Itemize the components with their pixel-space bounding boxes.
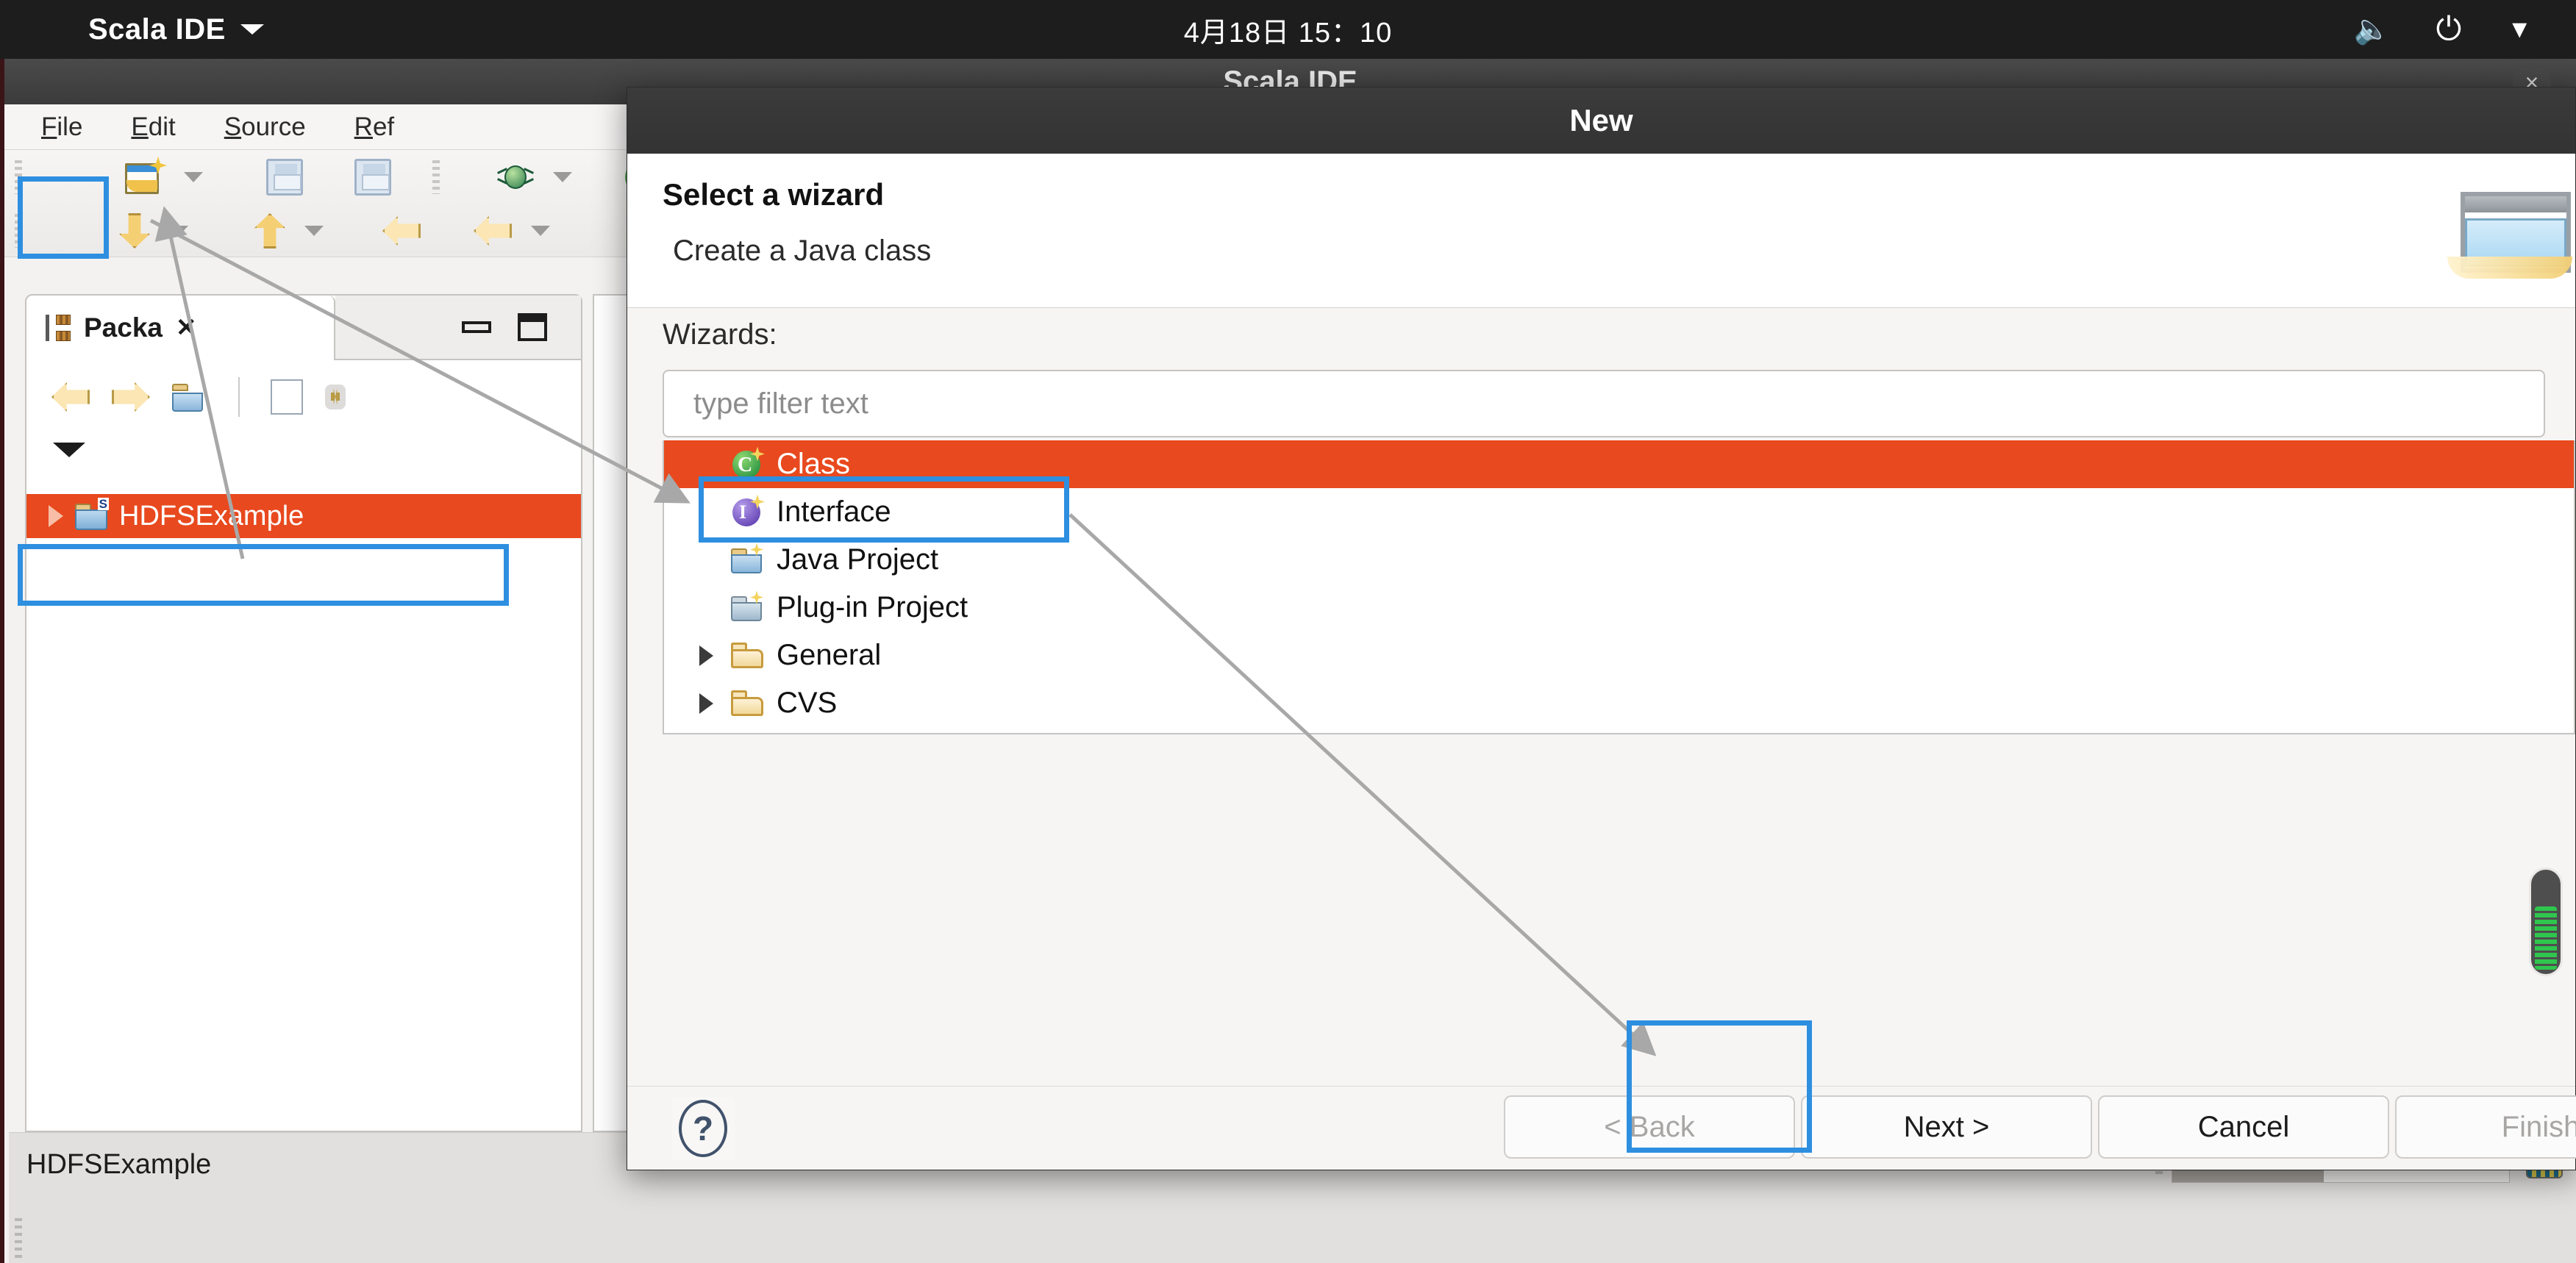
expander-collapsed-icon[interactable] — [699, 645, 713, 666]
collapse-all-icon[interactable] — [271, 379, 303, 415]
os-app-title: Scala IDE — [88, 12, 226, 46]
dialog-header-title: Select a wizard — [663, 177, 885, 212]
dialog-header: Select a wizard Create a Java class — [627, 154, 2575, 308]
plugin-project-icon — [731, 590, 763, 623]
os-app-menu[interactable]: Scala IDE — [88, 0, 264, 59]
back-star-icon[interactable] — [382, 216, 421, 246]
toolbar-grip-2[interactable] — [432, 160, 440, 194]
new-file-icon[interactable] — [124, 157, 167, 196]
dialog-header-subtitle: Create a Java class — [673, 235, 932, 267]
wizard-item-label: Java Project — [777, 543, 939, 576]
import-icon[interactable] — [119, 213, 150, 248]
os-top-panel: 4月18日 15：10 Scala IDE 🔈 ⏻ ▼ — [0, 0, 2576, 59]
filter-input[interactable]: type filter text — [663, 370, 2545, 437]
tab-package-explorer[interactable]: Packa ✕ — [26, 296, 335, 360]
save-icon[interactable] — [266, 159, 303, 196]
progress-capsule-icon — [2529, 867, 2563, 976]
back-icon[interactable] — [474, 216, 512, 246]
dropdown-arrow-icon[interactable] — [531, 226, 550, 236]
expander-collapsed-icon[interactable] — [49, 505, 63, 527]
minimize-icon[interactable] — [462, 321, 491, 333]
caret-down-icon[interactable]: ▼ — [2507, 17, 2532, 42]
menu-source[interactable]: Source — [224, 112, 306, 142]
java-project-icon: S — [75, 498, 109, 530]
menu-edit-rest: dit — [148, 112, 176, 141]
wizard-item-label: Class — [777, 448, 851, 480]
wizard-tree: C Class I Interface Java Project Plug-in… — [663, 440, 2575, 734]
wizard-general-row[interactable]: General — [664, 632, 2574, 679]
wizard-item-label: General — [777, 639, 882, 671]
os-tray: 🔈 ⏻ ▼ — [2354, 0, 2532, 59]
wizard-item-label: Interface — [777, 495, 891, 528]
package-explorer-icon — [46, 315, 71, 341]
wizard-item-label: CVS — [777, 687, 838, 719]
menu-refactor-rest: ef — [372, 112, 395, 141]
package-explorer-toolbar — [26, 362, 581, 432]
close-icon[interactable]: ✕ — [176, 313, 197, 343]
folder-icon — [731, 641, 763, 670]
toolbar-grip[interactable] — [15, 160, 22, 194]
package-explorer-tree: S HDFSExample — [26, 494, 581, 538]
os-clock[interactable]: 4月18日 15：10 — [0, 0, 2576, 59]
up-folder-icon[interactable] — [172, 381, 207, 413]
status-grip — [15, 1218, 22, 1262]
wizard-java-project-row[interactable]: Java Project — [664, 536, 2574, 584]
dialog-titlebar: New — [627, 87, 2575, 154]
wizard-git-row[interactable]: Git — [664, 727, 2574, 733]
back-button[interactable]: < Back — [1504, 1095, 1795, 1159]
caret-down-icon[interactable] — [240, 24, 264, 35]
dropdown-arrow-icon[interactable] — [169, 226, 188, 236]
new-interface-icon: I — [731, 494, 765, 527]
help-glyph: ? — [679, 1100, 727, 1157]
dialog-title: New — [1569, 103, 1633, 137]
package-explorer-view: Packa ✕ S HDFSExample — [25, 294, 582, 1132]
package-explorer-project-row[interactable]: S HDFSExample — [26, 494, 581, 538]
java-project-icon — [731, 543, 763, 575]
view-menu-caret-icon[interactable] — [53, 443, 85, 457]
expander-collapsed-icon[interactable] — [699, 693, 713, 714]
folder-icon — [731, 689, 763, 718]
view-window-controls — [335, 296, 581, 360]
project-name: HDFSExample — [119, 500, 304, 532]
help-question-icon[interactable]: ? — [671, 1097, 735, 1160]
wizard-item-label: Plug-in Project — [777, 591, 968, 623]
dialog-body: Wizards: type filter text C Class I Inte… — [627, 308, 2575, 1087]
menu-source-rest: ource — [241, 112, 306, 141]
toolbar-separator — [238, 377, 240, 417]
wizard-banner-icon — [2443, 170, 2575, 295]
new-wizard-dialog: New Select a wizard Create a Java class … — [627, 87, 2576, 1170]
dropdown-arrow-icon[interactable] — [184, 172, 203, 182]
status-project-label: HDFSExample — [26, 1149, 212, 1180]
dialog-footer: ? < Back Next > Cancel Finish — [627, 1086, 2576, 1170]
new-class-icon: C — [731, 446, 765, 479]
toolbar-grip-3[interactable] — [15, 214, 22, 248]
menu-file-rest: ile — [57, 112, 83, 141]
power-icon[interactable]: ⏻ — [2436, 13, 2462, 46]
tab-label: Packa — [84, 312, 163, 343]
export-icon[interactable] — [254, 213, 285, 248]
screen: 4月18日 15：10 Scala IDE 🔈 ⏻ ▼ Scala IDE × … — [0, 0, 2576, 1263]
next-button[interactable]: Next > — [1801, 1095, 2092, 1159]
maximize-icon[interactable] — [518, 313, 547, 341]
dropdown-arrow-icon[interactable] — [304, 226, 324, 236]
debug-bug-icon[interactable] — [497, 160, 534, 195]
menu-edit[interactable]: Edit — [131, 112, 175, 142]
filter-placeholder: type filter text — [693, 387, 868, 420]
wizard-cvs-row[interactable]: CVS — [664, 679, 2574, 727]
forward-arrow-icon[interactable] — [112, 382, 150, 412]
cancel-button[interactable]: Cancel — [2098, 1095, 2389, 1159]
finish-button[interactable]: Finish — [2395, 1095, 2576, 1159]
menu-file[interactable]: File — [41, 112, 82, 142]
link-with-editor-icon[interactable] — [325, 384, 346, 409]
wizard-interface-row[interactable]: I Interface — [664, 488, 2574, 536]
wizard-plugin-project-row[interactable]: Plug-in Project — [664, 584, 2574, 632]
wizards-label: Wizards: — [663, 318, 777, 351]
save-all-icon[interactable] — [354, 159, 391, 196]
dropdown-arrow-icon[interactable] — [553, 172, 572, 182]
back-arrow-icon[interactable] — [51, 382, 90, 412]
menu-refactor[interactable]: Ref — [354, 112, 394, 142]
volume-icon[interactable]: 🔈 — [2354, 15, 2391, 44]
wizard-class-row[interactable]: C Class — [664, 440, 2574, 488]
package-explorer-tabbar: Packa ✕ — [26, 296, 581, 360]
